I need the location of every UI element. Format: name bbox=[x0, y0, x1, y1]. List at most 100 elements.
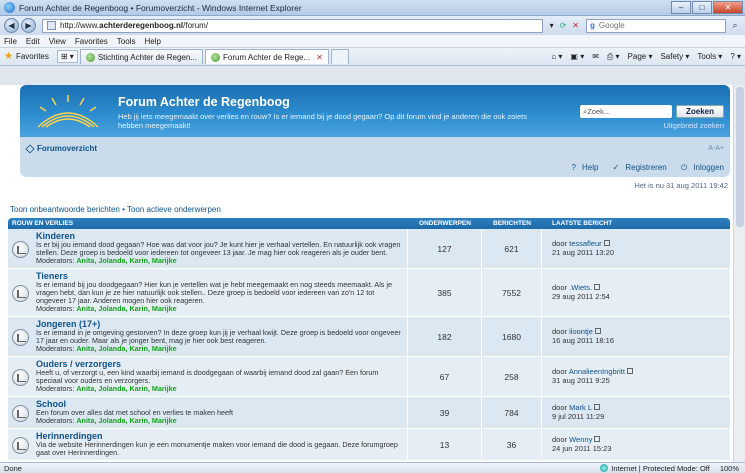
breadcrumb-forumoverzicht[interactable]: Forumoverzicht bbox=[37, 144, 97, 153]
forward-button[interactable]: ▶ bbox=[21, 18, 36, 33]
last-post-author[interactable]: iloontje bbox=[569, 327, 593, 336]
forum-description-text: Is er iemand bij jou doodgegaan? Hier ku… bbox=[36, 280, 392, 305]
register-label: Registreren bbox=[625, 163, 667, 172]
user-links: ? Help ✓ Registreren ⏻ Inloggen bbox=[560, 163, 724, 173]
forum-search-placeholder: Zoek... bbox=[587, 107, 611, 116]
login-link[interactable]: ⏻ Inloggen bbox=[675, 163, 724, 172]
quick-tabs-button[interactable]: ⊞ ▾ bbox=[56, 50, 78, 63]
font-size-control[interactable]: A-A+ bbox=[708, 145, 724, 152]
last-post-by: door bbox=[552, 367, 568, 376]
last-post-by: door bbox=[552, 239, 568, 248]
refresh-icon[interactable]: ⟳ bbox=[560, 21, 567, 30]
moderators: Moderators: Anita, Jolanda, Karin, Marij… bbox=[36, 385, 403, 393]
last-post-author[interactable]: Wenny bbox=[569, 435, 592, 444]
view-post-icon[interactable] bbox=[594, 328, 601, 334]
mail-icon[interactable]: ✉ bbox=[592, 52, 599, 62]
menu-tools[interactable]: Tools bbox=[117, 37, 136, 46]
tab-close-icon[interactable]: ✕ bbox=[316, 53, 323, 62]
tools-menu[interactable]: Tools ▾ bbox=[697, 52, 722, 62]
minimize-button[interactable]: – bbox=[671, 0, 691, 14]
internet-zone-icon bbox=[600, 464, 609, 472]
last-post: door iloontje 16 aug 2011 18:16 bbox=[542, 317, 730, 356]
print-icon[interactable]: ⎙ ▾ bbox=[607, 52, 620, 62]
maximize-button[interactable]: □ bbox=[692, 0, 712, 14]
view-post-icon[interactable] bbox=[594, 436, 601, 442]
last-post-author[interactable]: tessafleur bbox=[569, 239, 602, 248]
menu-favorites[interactable]: Favorites bbox=[75, 37, 108, 46]
menu-help[interactable]: Help bbox=[144, 37, 160, 46]
page-viewport: Forum Achter de Regenboog Heb jij iets m… bbox=[0, 85, 745, 462]
moderator-names[interactable]: Anita, Jolanda, Karin, Marijke bbox=[76, 416, 176, 425]
view-post-icon[interactable] bbox=[594, 284, 601, 290]
zoom-level[interactable]: 100% bbox=[720, 464, 739, 473]
topics-count: 182 bbox=[408, 317, 482, 356]
moderator-names[interactable]: Anita, Jolanda, Karin, Marijke bbox=[76, 344, 176, 353]
moderator-names[interactable]: Anita, Jolanda, Karin, Marijke bbox=[76, 384, 176, 393]
favorites-button[interactable]: Favorites bbox=[16, 52, 49, 61]
search-button[interactable]: Zoeken bbox=[676, 105, 724, 118]
view-post-icon[interactable] bbox=[626, 368, 633, 374]
close-window-button[interactable]: ✕ bbox=[713, 0, 743, 14]
register-link[interactable]: ✓ Registreren bbox=[607, 163, 667, 172]
tab-favicon-icon bbox=[85, 52, 95, 62]
last-post-by: door bbox=[552, 403, 568, 412]
last-post-author[interactable]: AnnalieenIngbritt bbox=[569, 367, 625, 376]
scrollbar-thumb[interactable] bbox=[736, 87, 744, 227]
vertical-scrollbar[interactable] bbox=[733, 85, 745, 462]
url-suffix: /forum/ bbox=[183, 21, 209, 30]
menu-file[interactable]: File bbox=[4, 37, 17, 46]
help-icon: ? bbox=[571, 163, 576, 172]
security-zone[interactable]: Internet | Protected Mode: Off bbox=[600, 464, 710, 473]
forum-row: Ouders / verzorgers Heeft u, of verzorgt… bbox=[8, 357, 730, 397]
forum-read-icon bbox=[12, 368, 29, 386]
view-post-icon[interactable] bbox=[603, 240, 610, 246]
moderators: Moderators: Anita, Jolanda, Karin, Marij… bbox=[36, 345, 403, 353]
moderator-names[interactable]: Anita, Jolanda, Karin, Marijke bbox=[76, 304, 176, 313]
topics-count: 67 bbox=[408, 357, 482, 396]
forum-description: Heb jij iets meegemaakt over verlies en … bbox=[118, 112, 527, 130]
status-bar: Done Internet | Protected Mode: Off 100% bbox=[0, 462, 745, 473]
favorites-star-icon[interactable]: ★ bbox=[4, 51, 13, 62]
view-post-icon[interactable] bbox=[594, 404, 601, 410]
topic-links[interactable]: Toon onbeantwoorde berichten • Toon acti… bbox=[10, 205, 727, 214]
forum-description-text: Via de website Herinnerdingen kun je een… bbox=[36, 440, 398, 457]
forum-row: Jongeren (17+) Is er iemand in je omgevi… bbox=[8, 317, 730, 357]
moderator-names[interactable]: Anita, Jolanda, Karin, Marijke bbox=[76, 256, 176, 265]
status-text: Done bbox=[4, 463, 22, 473]
search-go-icon[interactable]: ⌕ bbox=[729, 20, 741, 31]
feeds-icon[interactable]: ▣ ▾ bbox=[570, 52, 584, 62]
topics-count: 385 bbox=[408, 269, 482, 316]
help-icon[interactable]: ? ▾ bbox=[730, 52, 741, 62]
help-link[interactable]: ? Help bbox=[566, 163, 599, 172]
new-tab-button[interactable] bbox=[330, 49, 349, 64]
breadcrumb[interactable]: Forumoverzicht bbox=[25, 143, 97, 154]
last-post: door tessafleur 21 aug 2011 13:20 bbox=[542, 229, 730, 268]
menu-edit[interactable]: Edit bbox=[26, 37, 40, 46]
ie-logo-icon bbox=[4, 2, 15, 13]
last-post-author[interactable]: .Wiets. bbox=[569, 283, 592, 292]
last-post-date: 16 aug 2011 18:16 bbox=[552, 335, 615, 345]
tab-stichting[interactable]: Stichting Achter de Regen... bbox=[79, 49, 203, 64]
stop-icon[interactable]: ✕ bbox=[572, 21, 579, 30]
menu-view[interactable]: View bbox=[49, 37, 66, 46]
tab-label: Stichting Achter de Regen... bbox=[97, 52, 197, 62]
home-icon[interactable]: ⌂ ▾ bbox=[551, 52, 562, 62]
back-button[interactable]: ◀ bbox=[4, 18, 19, 33]
address-field[interactable]: http://www. achterderegenboog.nl/forum/ bbox=[42, 18, 543, 33]
last-post-author[interactable]: Mark L bbox=[569, 403, 592, 412]
dropdown-arrow-icon[interactable]: ▾ bbox=[550, 21, 554, 30]
forum-read-icon bbox=[12, 404, 29, 422]
advanced-search-link[interactable]: Uitgebreid zoeken bbox=[664, 121, 724, 130]
search-input[interactable]: g Google bbox=[586, 18, 726, 33]
page-menu[interactable]: Page ▾ bbox=[628, 52, 653, 62]
moderators-label: Moderators: bbox=[36, 344, 75, 353]
header-forum[interactable]: ROUW EN VERLIES bbox=[8, 220, 408, 227]
help-label: Help bbox=[581, 163, 599, 172]
last-post: door Mark L 9 jul 2011 11:29 bbox=[542, 397, 730, 428]
safety-menu[interactable]: Safety ▾ bbox=[660, 52, 689, 62]
forum-search-input[interactable]: ⌕ Zoek... bbox=[580, 105, 672, 118]
page-icon bbox=[47, 21, 56, 30]
tab-forum[interactable]: Forum Achter de Rege... ✕ bbox=[205, 49, 329, 64]
moderators: Moderators: Anita, Jolanda, Karin, Marij… bbox=[36, 305, 403, 313]
rainbow-logo-icon bbox=[37, 95, 99, 128]
